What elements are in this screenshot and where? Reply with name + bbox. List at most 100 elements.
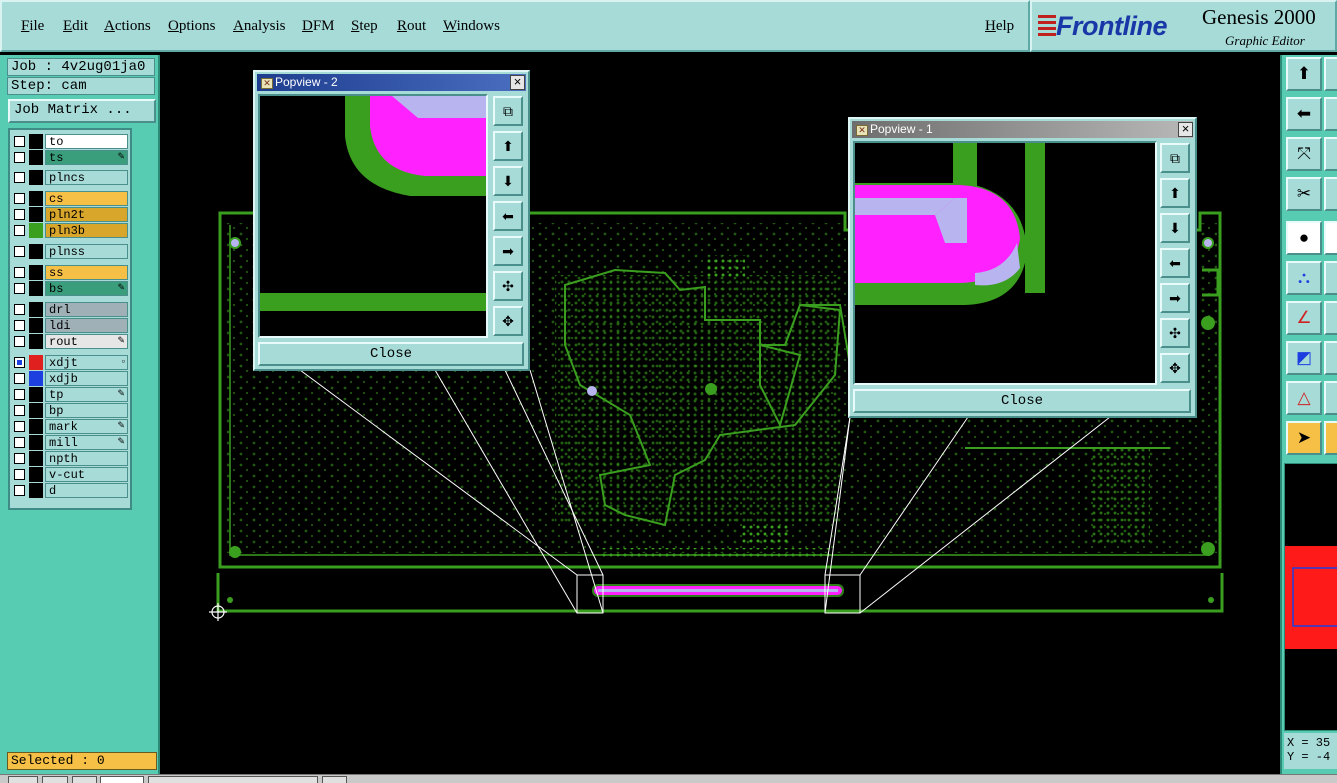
add-feature-icon[interactable]: ◩: [1286, 341, 1322, 375]
layer-row-rout[interactable]: rout ✎: [12, 334, 128, 349]
layer-color-swatch[interactable]: [29, 451, 43, 466]
layer-name[interactable]: d: [45, 483, 128, 498]
layer-row-npth[interactable]: npth: [12, 451, 128, 466]
pan-right-button[interactable]: ➡: [1160, 283, 1190, 313]
layer-color-swatch[interactable]: [29, 150, 43, 165]
layer-name[interactable]: plnss: [45, 244, 128, 259]
layer-row-ldi[interactable]: ldi: [12, 318, 128, 333]
layer-name[interactable]: v-cut: [45, 467, 128, 482]
layer-name[interactable]: ts: [45, 150, 128, 165]
zoom-fit-button[interactable]: ⧉: [493, 96, 523, 126]
layer-row-d[interactable]: d: [12, 483, 128, 498]
layer-color-swatch[interactable]: [29, 281, 43, 296]
layer-checkbox[interactable]: [14, 336, 25, 347]
layer-name[interactable]: xdjt: [45, 355, 128, 370]
tool-icon[interactable]: [1324, 177, 1337, 211]
layer-row-plnss[interactable]: plnss: [12, 244, 128, 259]
layer-name[interactable]: ldi: [45, 318, 128, 333]
layer-color-swatch[interactable]: [29, 334, 43, 349]
layer-checkbox[interactable]: [14, 152, 25, 163]
graphic-canvas[interactable]: ✕ Popview - 2 × ⧉ ⬆ ⬇ ⬅ ➡ ✣ ✥ Close ✕ Po…: [160, 55, 1280, 783]
pan-up-button[interactable]: ⬆: [1160, 178, 1190, 208]
layer-checkbox[interactable]: [14, 373, 25, 384]
layer-name[interactable]: mill: [45, 435, 128, 450]
layer-checkbox[interactable]: [14, 136, 25, 147]
pan-left-icon[interactable]: ⬅: [1286, 97, 1322, 131]
layer-color-swatch[interactable]: [29, 355, 43, 370]
taskbar-item[interactable]: [322, 776, 347, 783]
menu-file[interactable]: File: [21, 18, 44, 35]
layer-row-cs[interactable]: cs: [12, 191, 128, 206]
layer-color-swatch[interactable]: [29, 483, 43, 498]
menu-help[interactable]: Help: [985, 18, 1014, 35]
pan-up-button[interactable]: ⬆: [493, 131, 523, 161]
layer-name[interactable]: pln2t: [45, 207, 128, 222]
layer-checkbox[interactable]: [14, 193, 25, 204]
layer-name[interactable]: tp: [45, 387, 128, 402]
popview-2-close-button[interactable]: Close: [258, 342, 524, 366]
layer-color-swatch[interactable]: [29, 265, 43, 280]
layer-checkbox[interactable]: [14, 283, 25, 294]
angle-tool-icon[interactable]: ∠: [1286, 301, 1322, 335]
layer-checkbox[interactable]: [14, 469, 25, 480]
zoom-home-icon[interactable]: ⤧: [1286, 137, 1322, 171]
layer-name[interactable]: drl: [45, 302, 128, 317]
pan-left-button[interactable]: ⬅: [1160, 248, 1190, 278]
taskbar-item[interactable]: [42, 776, 68, 783]
layer-name[interactable]: to: [45, 134, 128, 149]
popview-2-titlebar[interactable]: ✕ Popview - 2: [257, 74, 526, 91]
layer-name[interactable]: plncs: [45, 170, 128, 185]
layer-checkbox[interactable]: [14, 172, 25, 183]
layer-color-swatch[interactable]: [29, 134, 43, 149]
window-menu-icon[interactable]: ✕: [261, 78, 273, 89]
popview-2-close-icon[interactable]: ×: [510, 75, 525, 90]
layer-checkbox[interactable]: [14, 267, 25, 278]
pan-right-icon[interactable]: [1324, 97, 1337, 131]
arc-tool-icon[interactable]: [1324, 381, 1337, 415]
layer-checkbox[interactable]: [14, 405, 25, 416]
layer-color-swatch[interactable]: [29, 371, 43, 386]
menu-edit[interactable]: Edit: [63, 18, 88, 35]
pan-up-icon[interactable]: ⬆: [1286, 57, 1322, 91]
cross-tool-icon[interactable]: [1324, 261, 1337, 295]
layer-color-swatch[interactable]: [29, 419, 43, 434]
menu-options[interactable]: Options: [168, 18, 216, 35]
edit-tool-icon[interactable]: [1324, 301, 1337, 335]
select-pad-icon[interactable]: ●: [1286, 221, 1322, 255]
layer-row-drl[interactable]: drl: [12, 302, 128, 317]
layer-name[interactable]: bs: [45, 281, 128, 296]
feature-tool-icon[interactable]: [1324, 341, 1337, 375]
layer-name[interactable]: npth: [45, 451, 128, 466]
layer-row-bs[interactable]: bs ✎: [12, 281, 128, 296]
pointer-icon[interactable]: ➤: [1286, 421, 1322, 455]
popview-1-view[interactable]: [853, 141, 1157, 385]
popview-1-close-button[interactable]: Close: [853, 389, 1191, 413]
zoom-in-button[interactable]: ✥: [1160, 353, 1190, 383]
layer-checkbox[interactable]: [14, 209, 25, 220]
layer-row-bp[interactable]: bp: [12, 403, 128, 418]
window-menu-icon[interactable]: ✕: [856, 125, 868, 136]
zoom-out-button[interactable]: ✣: [1160, 318, 1190, 348]
layer-row-v-cut[interactable]: v-cut: [12, 467, 128, 482]
layer-color-swatch[interactable]: [29, 191, 43, 206]
layer-name[interactable]: bp: [45, 403, 128, 418]
layer-name[interactable]: xdjb: [45, 371, 128, 386]
taskbar-item[interactable]: [72, 776, 97, 783]
pan-left-button[interactable]: ⬅: [493, 201, 523, 231]
layer-row-xdjt[interactable]: xdjt ▫: [12, 355, 128, 370]
layer-name[interactable]: cs: [45, 191, 128, 206]
taskbar-item[interactable]: [100, 776, 144, 783]
taskbar-item[interactable]: [8, 776, 38, 783]
layer-checkbox[interactable]: [14, 437, 25, 448]
layer-row-pln3b[interactable]: pln3b: [12, 223, 128, 238]
layer-checkbox[interactable]: [14, 453, 25, 464]
menu-step[interactable]: Step: [351, 18, 378, 35]
layer-color-swatch[interactable]: [29, 207, 43, 222]
pan-right-button[interactable]: ➡: [493, 236, 523, 266]
pan-right-icon[interactable]: [1324, 57, 1337, 91]
layer-color-swatch[interactable]: [29, 467, 43, 482]
layer-name[interactable]: mark: [45, 419, 128, 434]
menu-dfm[interactable]: DFM: [302, 18, 335, 35]
zoom-out-button[interactable]: ✣: [493, 271, 523, 301]
layer-color-swatch[interactable]: [29, 318, 43, 333]
